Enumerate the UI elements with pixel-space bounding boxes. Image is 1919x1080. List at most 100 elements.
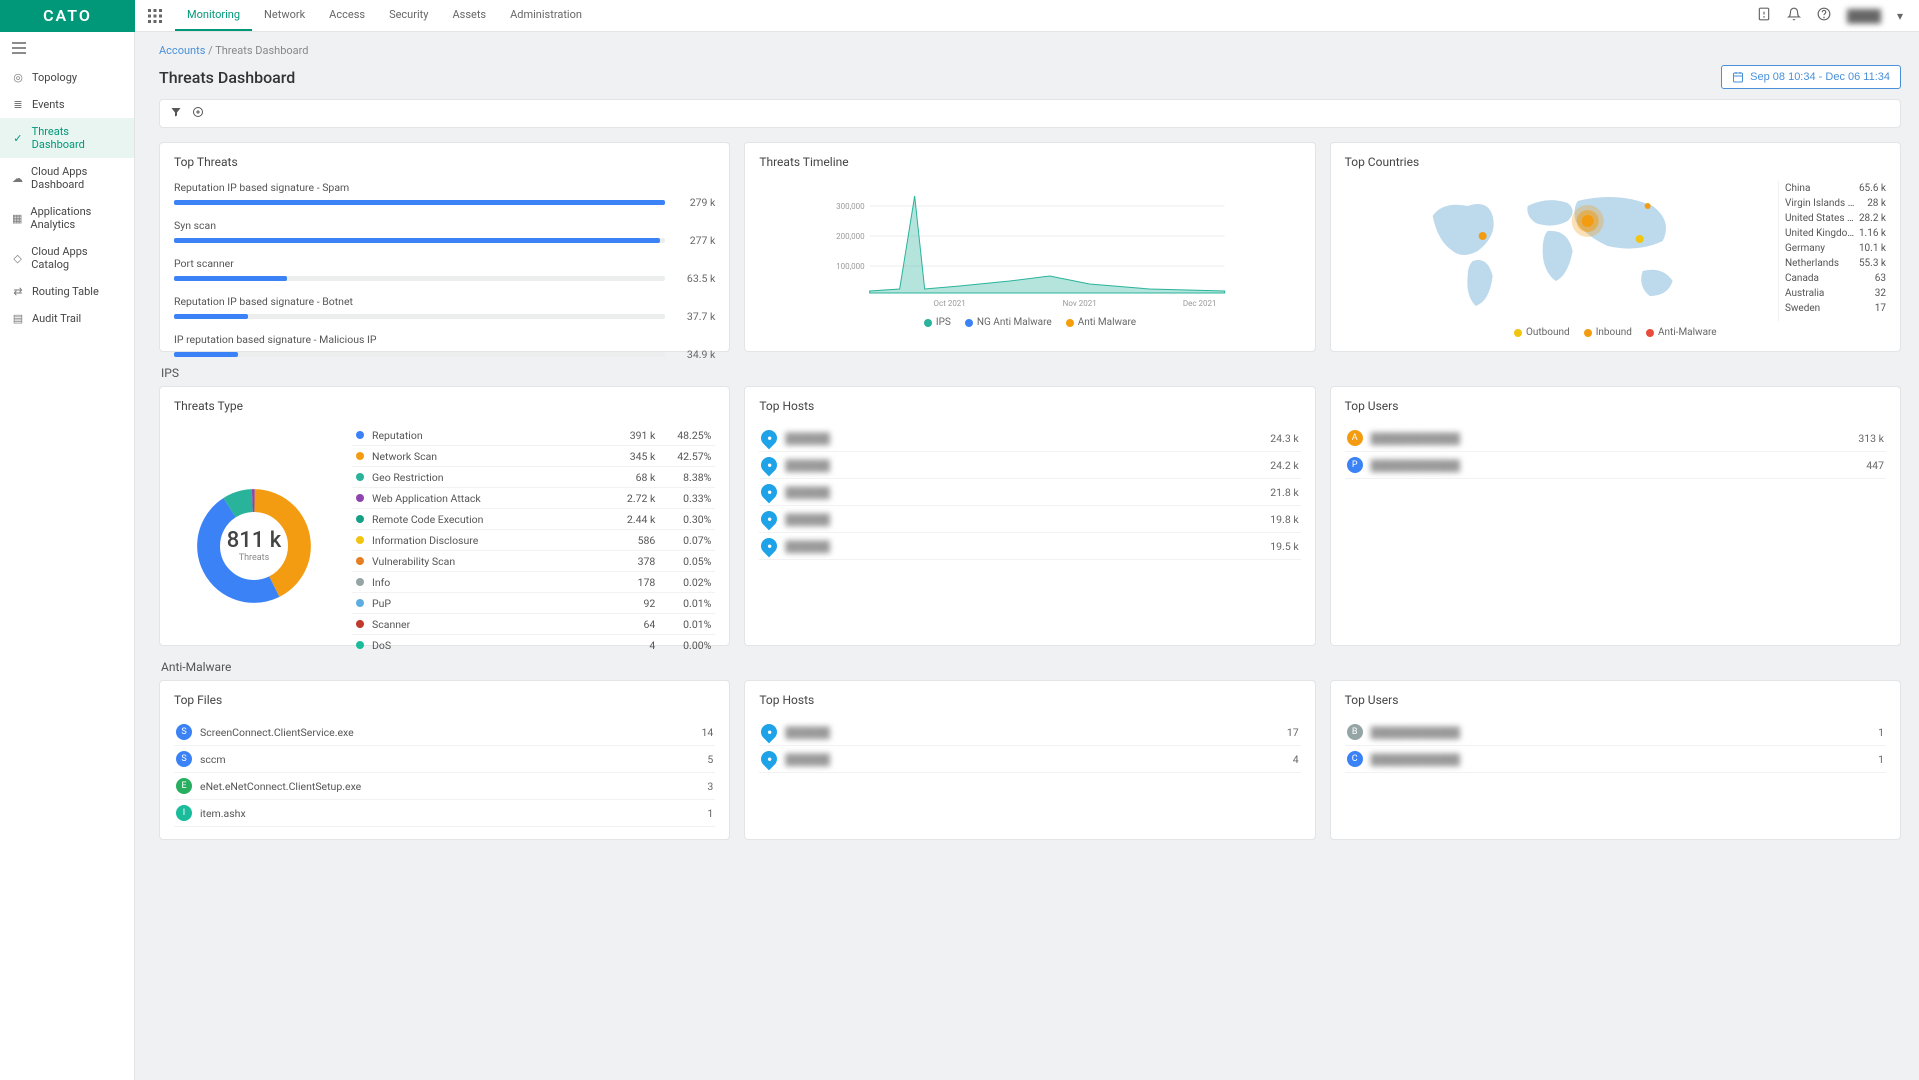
sidebar-item-routing-table[interactable]: ⇄Routing Table: [0, 278, 134, 305]
country-row[interactable]: Canada63: [1785, 271, 1886, 286]
avatar: I: [176, 805, 192, 821]
threat-type-row[interactable]: Reputation391 k48.25%: [352, 425, 715, 446]
threat-type-row[interactable]: Web Application Attack2.72 k0.33%: [352, 488, 715, 509]
chevron-down-icon[interactable]: ▾: [1897, 9, 1903, 23]
list-item[interactable]: B████████████1: [1345, 719, 1886, 746]
item-value: 17: [1287, 726, 1299, 739]
list-item[interactable]: ●██████4: [759, 746, 1300, 773]
sidebar-item-audit-trail[interactable]: ▤Audit Trail: [0, 305, 134, 332]
list-item[interactable]: P████████████447: [1345, 452, 1886, 479]
apps-icon[interactable]: [135, 9, 175, 23]
legend-item[interactable]: NG Anti Malware: [965, 317, 1052, 328]
sidebar-item-cloud-apps-catalog[interactable]: ◇Cloud Apps Catalog: [0, 238, 134, 278]
item-value: 24.3 k: [1270, 432, 1298, 445]
threat-type-row[interactable]: Info1780.02%: [352, 572, 715, 593]
list-item[interactable]: ●██████19.5 k: [759, 533, 1300, 560]
threat-type-row[interactable]: PuP920.01%: [352, 593, 715, 614]
sidebar-item-events[interactable]: ≣Events: [0, 91, 134, 118]
cards-row-1: Top Threats Reputation IP based signatur…: [159, 142, 1901, 352]
threat-row[interactable]: Syn scan277 k: [174, 219, 715, 247]
list-item[interactable]: SScreenConnect.ClientService.exe14: [174, 719, 715, 746]
add-filter-icon[interactable]: [192, 106, 204, 121]
donut-chart[interactable]: 811 k Threats: [174, 425, 334, 656]
sidebar-item-label: Routing Table: [32, 285, 99, 298]
user-menu[interactable]: ████: [1847, 9, 1881, 23]
country-row[interactable]: Netherlands55.3 k: [1785, 256, 1886, 271]
legend-item[interactable]: Anti-Malware: [1646, 327, 1717, 338]
world-map[interactable]: [1345, 181, 1770, 321]
item-name: ████████████: [1371, 726, 1460, 739]
threat-type-row[interactable]: Vulnerability Scan3780.05%: [352, 551, 715, 572]
item-value: 19.5 k: [1270, 540, 1298, 553]
list-item[interactable]: Ssccm5: [174, 746, 715, 773]
threat-row[interactable]: Reputation IP based signature - Spam279 …: [174, 181, 715, 209]
brand-logo[interactable]: CATO: [0, 0, 135, 32]
legend-item[interactable]: Inbound: [1584, 327, 1632, 338]
sidebar-item-label: Audit Trail: [32, 312, 81, 325]
threat-row[interactable]: Port scanner63.5 k: [174, 257, 715, 285]
list-item[interactable]: ●██████17: [759, 719, 1300, 746]
card-title: Top Threats: [174, 155, 715, 169]
breadcrumb-root[interactable]: Accounts: [159, 44, 205, 57]
threat-type-row[interactable]: DoS40.00%: [352, 635, 715, 656]
threat-type-row[interactable]: Network Scan345 k42.57%: [352, 446, 715, 467]
item-name: ██████: [785, 753, 830, 766]
country-row[interactable]: Virgin Islands (Briti...28 k: [1785, 196, 1886, 211]
alert-icon[interactable]: [1757, 7, 1771, 24]
item-name: ██████: [785, 486, 830, 499]
country-list[interactable]: China65.6 kVirgin Islands (Briti...28 kU…: [1778, 181, 1886, 321]
list-item[interactable]: ●██████24.3 k: [759, 425, 1300, 452]
bell-icon[interactable]: [1787, 7, 1801, 24]
threat-value: 37.7 k: [673, 310, 715, 323]
country-row[interactable]: Australia32: [1785, 286, 1886, 301]
svg-text:Oct 2021: Oct 2021: [934, 299, 966, 308]
topnav-administration[interactable]: Administration: [498, 0, 594, 31]
topnav-security[interactable]: Security: [377, 0, 440, 31]
country-row[interactable]: United Kingdom of ...1.16 k: [1785, 226, 1886, 241]
main: Accounts / Threats Dashboard Threats Das…: [141, 32, 1919, 1080]
threat-row[interactable]: Reputation IP based signature - Botnet37…: [174, 295, 715, 323]
filter-bar[interactable]: [159, 99, 1901, 128]
threat-bar: [174, 238, 665, 243]
threat-type-row[interactable]: Information Disclosure5860.07%: [352, 530, 715, 551]
legend-item[interactable]: IPS: [924, 317, 951, 328]
item-value: 14: [702, 726, 714, 739]
threat-type-row[interactable]: Remote Code Execution2.44 k0.30%: [352, 509, 715, 530]
list-item[interactable]: ●██████19.8 k: [759, 506, 1300, 533]
list-item[interactable]: EeNet.eNetConnect.ClientSetup.exe3: [174, 773, 715, 800]
threat-value: 277 k: [673, 234, 715, 247]
country-row[interactable]: China65.6 k: [1785, 181, 1886, 196]
card-top-countries: Top Countries: [1330, 142, 1901, 352]
sidebar-item-cloud-apps-dashboard[interactable]: ☁Cloud Apps Dashboard: [0, 158, 134, 198]
sidebar-item-topology[interactable]: ◎Topology: [0, 64, 134, 91]
threat-row[interactable]: IP reputation based signature - Maliciou…: [174, 333, 715, 361]
country-row[interactable]: Germany10.1 k: [1785, 241, 1886, 256]
list-item[interactable]: ●██████24.2 k: [759, 452, 1300, 479]
legend-item[interactable]: Outbound: [1514, 327, 1570, 338]
list-item[interactable]: Iitem.ashx1: [174, 800, 715, 827]
item-name: ██████: [785, 513, 830, 526]
sidebar-toggle[interactable]: [0, 32, 134, 64]
list-item[interactable]: ●██████21.8 k: [759, 479, 1300, 506]
country-row[interactable]: Sweden17: [1785, 301, 1886, 316]
date-range-button[interactable]: Sep 08 10:34 - Dec 06 11:34: [1721, 65, 1901, 89]
sidebar-item-label: Cloud Apps Catalog: [31, 245, 122, 271]
threat-label: IP reputation based signature - Maliciou…: [174, 333, 715, 346]
list-item[interactable]: A████████████313 k: [1345, 425, 1886, 452]
threat-type-row[interactable]: Scanner640.01%: [352, 614, 715, 635]
timeline-chart[interactable]: 300,000 200,000 100,000 Oct 2021 Nov 202…: [759, 181, 1300, 311]
threat-type-row[interactable]: Geo Restriction68 k8.38%: [352, 467, 715, 488]
filter-icon[interactable]: [170, 106, 182, 121]
topnav-assets[interactable]: Assets: [440, 0, 498, 31]
list-item[interactable]: C████████████1: [1345, 746, 1886, 773]
help-icon[interactable]: [1817, 7, 1831, 24]
sidebar-item-threats-dashboard[interactable]: ✓Threats Dashboard: [0, 118, 134, 158]
item-name: ██████: [785, 432, 830, 445]
sidebar-item-applications-analytics[interactable]: ▦Applications Analytics: [0, 198, 134, 238]
legend-item[interactable]: Anti Malware: [1066, 317, 1136, 328]
topnav-network[interactable]: Network: [252, 0, 317, 31]
topnav-access[interactable]: Access: [317, 0, 377, 31]
topnav-monitoring[interactable]: Monitoring: [175, 0, 252, 31]
item-name: ██████: [785, 726, 830, 739]
country-row[interactable]: United States of A...28.2 k: [1785, 211, 1886, 226]
